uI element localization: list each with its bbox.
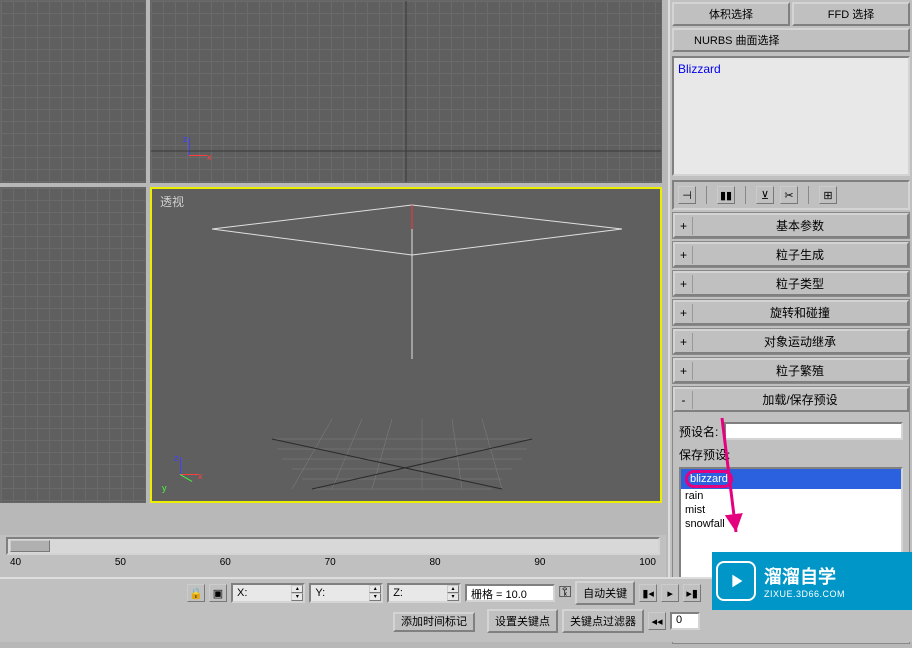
- watermark-title: 溜溜自学: [764, 563, 845, 589]
- viewport-area: z x 透视: [0, 0, 666, 515]
- pin-icon[interactable]: ⊣: [678, 186, 696, 204]
- viewport-top-right[interactable]: z x: [150, 0, 662, 183]
- preset-item-snowfall[interactable]: snowfall: [681, 517, 901, 531]
- command-panel: 体积选择 FFD 选择 NURBS 曲面选择 Blizzard ⊣ ▮▮ ⊻ ✂…: [668, 0, 912, 642]
- watermark: 溜溜自学 ZIXUE.3D66.COM: [712, 552, 912, 610]
- rollout-rotation-collision[interactable]: +旋转和碰撞: [673, 300, 909, 325]
- watermark-url: ZIXUE.3D66.COM: [764, 589, 845, 599]
- viewport-bottom-left[interactable]: [0, 187, 146, 503]
- preset-item-rain[interactable]: rain: [681, 489, 901, 503]
- next-key-icon[interactable]: ▸▮: [683, 584, 701, 602]
- key-icon[interactable]: ⚿: [559, 584, 571, 602]
- prev-key-icon[interactable]: ▮◂: [639, 584, 657, 602]
- set-key-button[interactable]: 设置关键点: [487, 609, 558, 633]
- x-spinner[interactable]: X:▴▾: [231, 583, 305, 603]
- save-preset-label: 保存预设:: [679, 446, 903, 463]
- remove-icon[interactable]: ✂: [780, 186, 798, 204]
- time-slider-handle[interactable]: [10, 540, 50, 552]
- rollout-basic-params[interactable]: +基本参数: [673, 213, 909, 238]
- time-slider[interactable]: [6, 537, 660, 555]
- volume-select-button[interactable]: 体积选择: [672, 2, 790, 26]
- y-spinner[interactable]: Y:▴▾: [309, 583, 383, 603]
- rollout-particle-gen[interactable]: +粒子生成: [673, 242, 909, 267]
- object-name: Blizzard: [678, 62, 721, 76]
- modifier-toolbar: ⊣ ▮▮ ⊻ ✂ ⊞: [672, 180, 910, 210]
- key-filter-button[interactable]: 关键点过滤器: [562, 609, 644, 633]
- z-spinner[interactable]: Z:▴▾: [387, 583, 461, 603]
- play-logo-icon: [716, 561, 756, 601]
- nurbs-select-button[interactable]: NURBS 曲面选择: [672, 28, 910, 52]
- emitter-perspective: [152, 189, 660, 501]
- lock-icon[interactable]: 🔒: [187, 584, 205, 602]
- axis-y-label: y: [162, 483, 167, 493]
- object-name-list[interactable]: Blizzard: [672, 56, 910, 176]
- preset-name-label: 预设名:: [679, 423, 718, 440]
- selection-lock-icon[interactable]: ▣: [209, 584, 227, 602]
- frame-field[interactable]: 0: [670, 612, 700, 630]
- rollout-motion-inherit[interactable]: +对象运动继承: [673, 329, 909, 354]
- configure-icon[interactable]: ⊞: [819, 186, 837, 204]
- grid-display: 栅格 = 10.0: [465, 584, 555, 602]
- add-time-tag-button[interactable]: 添加时间标记: [393, 612, 475, 632]
- show-end-icon[interactable]: ▮▮: [717, 186, 735, 204]
- axis-gizmo-persp: z x y: [162, 453, 202, 493]
- preset-item-blizzard[interactable]: blizzard: [681, 469, 901, 489]
- axis-z-label: z: [174, 453, 179, 463]
- rollout-load-save-preset[interactable]: -加载/保存预设: [673, 387, 909, 412]
- viewport-top-left[interactable]: [0, 0, 146, 183]
- timeline[interactable]: 4050 6070 8090 100: [0, 535, 666, 577]
- time-ticks: 4050 6070 8090 100: [0, 555, 666, 570]
- rollout-particle-spawn[interactable]: +粒子繁殖: [673, 358, 909, 383]
- axis-x-label: x: [198, 471, 203, 481]
- play-icon[interactable]: ▸: [661, 584, 679, 602]
- auto-key-button[interactable]: 自动关键: [575, 581, 635, 605]
- emitter-top: [151, 1, 661, 182]
- preset-name-input[interactable]: [724, 422, 903, 440]
- rollout-particle-type[interactable]: +粒子类型: [673, 271, 909, 296]
- make-unique-icon[interactable]: ⊻: [756, 186, 774, 204]
- ffd-select-button[interactable]: FFD 选择: [792, 2, 910, 26]
- viewport-perspective[interactable]: 透视 z x y: [150, 187, 662, 503]
- preset-item-mist[interactable]: mist: [681, 503, 901, 517]
- prev-frame-icon[interactable]: ◂◂: [648, 612, 666, 630]
